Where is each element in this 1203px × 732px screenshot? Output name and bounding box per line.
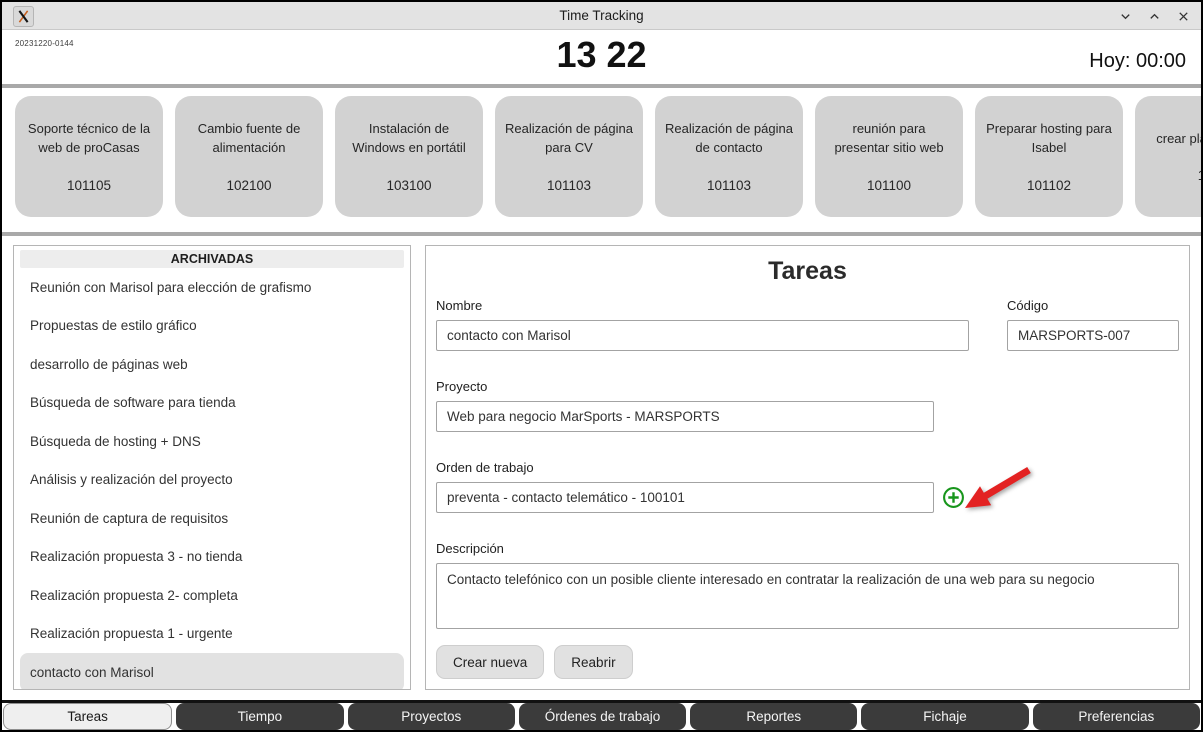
codigo-label: Código — [1007, 298, 1049, 313]
task-card[interactable]: Preparar hosting para Isabel 101102 — [975, 96, 1123, 217]
maximize-icon[interactable] — [1146, 8, 1162, 24]
task-card-code: 101 — [1198, 168, 1201, 183]
archive-item[interactable]: desarrollo de páginas web — [20, 345, 404, 384]
task-card-name: crear plataforma b — [1156, 130, 1201, 146]
task-card-code: 103100 — [386, 177, 432, 193]
minimize-icon[interactable] — [1117, 8, 1133, 24]
tab-fichaje[interactable]: Fichaje — [861, 703, 1029, 730]
descripcion-textarea[interactable]: Contacto telefónico con un posible clien… — [436, 563, 1179, 629]
tab-tareas[interactable]: Tareas — [3, 703, 173, 730]
task-form-panel: Tareas Nombre Código Proyecto Orden de t… — [425, 245, 1190, 690]
archive-item-selected[interactable]: contacto con Marisol — [20, 653, 404, 689]
codigo-input[interactable] — [1007, 320, 1179, 351]
archive-item[interactable]: Análisis y realización del proyecto — [20, 461, 404, 500]
close-icon[interactable] — [1175, 8, 1191, 24]
archive-item[interactable]: Realización propuesta 1 - urgente — [20, 615, 404, 654]
task-card-code: 101102 — [1026, 177, 1072, 193]
proyecto-input[interactable] — [436, 401, 934, 432]
today-total: Hoy: 00:00 — [1089, 50, 1186, 72]
descripcion-label: Descripción — [436, 541, 504, 556]
task-card[interactable]: reunión para presentar sitio web 101100 — [815, 96, 963, 217]
nombre-label: Nombre — [436, 298, 483, 313]
task-card-name: Preparar hosting para Isabel — [986, 121, 1112, 155]
task-card-code: 101103 — [706, 177, 752, 193]
reabrir-button[interactable]: Reabrir — [554, 645, 633, 679]
window-controls — [1117, 2, 1191, 30]
orden-input[interactable] — [436, 482, 934, 513]
orden-label: Orden de trabajo — [436, 460, 534, 475]
tab-ordenes-de-trabajo[interactable]: Órdenes de trabajo — [518, 703, 687, 730]
archive-item[interactable]: Reunión de captura de requisitos — [20, 499, 404, 538]
archived-header: ARCHIVADAS — [20, 250, 404, 268]
tab-reportes[interactable]: Reportes — [690, 703, 858, 730]
task-card[interactable]: crear plataforma b 101 — [1135, 96, 1201, 217]
bottom-tab-bar: Tareas Tiempo Proyectos Órdenes de traba… — [2, 700, 1201, 730]
task-cards-row: Soporte técnico de la web de proCasas 10… — [2, 88, 1201, 232]
header: 20231220-0144 13 22 Hoy: 00:00 — [2, 30, 1201, 84]
app-window: Time Tracking 20231220-0144 13 22 Hoy: 0… — [0, 0, 1203, 732]
archive-item[interactable]: Búsqueda de hosting + DNS — [20, 422, 404, 461]
tab-tiempo[interactable]: Tiempo — [176, 703, 344, 730]
crear-nueva-button[interactable]: Crear nueva — [436, 645, 545, 679]
archive-item[interactable]: Reunión con Marisol para elección de gra… — [20, 268, 404, 307]
archive-item[interactable]: Realización propuesta 3 - no tienda — [20, 538, 404, 577]
archived-tasks-panel: ARCHIVADAS Reunión con Marisol para elec… — [13, 245, 411, 690]
proyecto-label: Proyecto — [436, 379, 488, 394]
task-card[interactable]: Soporte técnico de la web de proCasas 10… — [15, 96, 163, 217]
form-title: Tareas — [768, 257, 847, 285]
task-card[interactable]: Instalación de Windows en portátil 10310… — [335, 96, 483, 217]
task-card-code: 101100 — [866, 177, 912, 193]
task-card-code: 101103 — [546, 177, 592, 193]
tab-proyectos[interactable]: Proyectos — [347, 703, 515, 730]
task-card-name: reunión para presentar sitio web — [834, 121, 944, 155]
task-card[interactable]: Realización de página para CV 101103 — [495, 96, 643, 217]
tab-preferencias[interactable]: Preferencias — [1032, 703, 1200, 730]
task-card-name: Cambio fuente de alimentación — [197, 121, 301, 155]
task-card[interactable]: Realización de página de contacto 101103 — [655, 96, 803, 217]
task-card-code: 101105 — [66, 177, 112, 193]
archive-item[interactable]: Propuestas de estilo gráfico — [20, 307, 404, 346]
archive-item[interactable]: Realización propuesta 2- completa — [20, 576, 404, 615]
archive-item[interactable]: Búsqueda de software para tienda — [20, 384, 404, 423]
plus-circle-icon — [942, 486, 965, 509]
main-content: ARCHIVADAS Reunión con Marisol para elec… — [2, 236, 1201, 700]
task-card-name: Realización de página para CV — [505, 121, 633, 155]
clock-display: 13 22 — [556, 34, 647, 75]
task-card-name: Instalación de Windows en portátil — [352, 121, 466, 155]
window-title: Time Tracking — [559, 8, 644, 23]
title-bar: Time Tracking — [2, 2, 1201, 30]
add-orden-button[interactable] — [942, 486, 965, 509]
nombre-input[interactable] — [436, 320, 969, 351]
x11-app-icon — [13, 6, 34, 27]
task-card-name: Realización de página de contacto — [665, 121, 793, 155]
task-card-code: 102100 — [226, 177, 272, 193]
task-card[interactable]: Cambio fuente de alimentación 102100 — [175, 96, 323, 217]
task-card-name: Soporte técnico de la web de proCasas — [27, 121, 151, 155]
